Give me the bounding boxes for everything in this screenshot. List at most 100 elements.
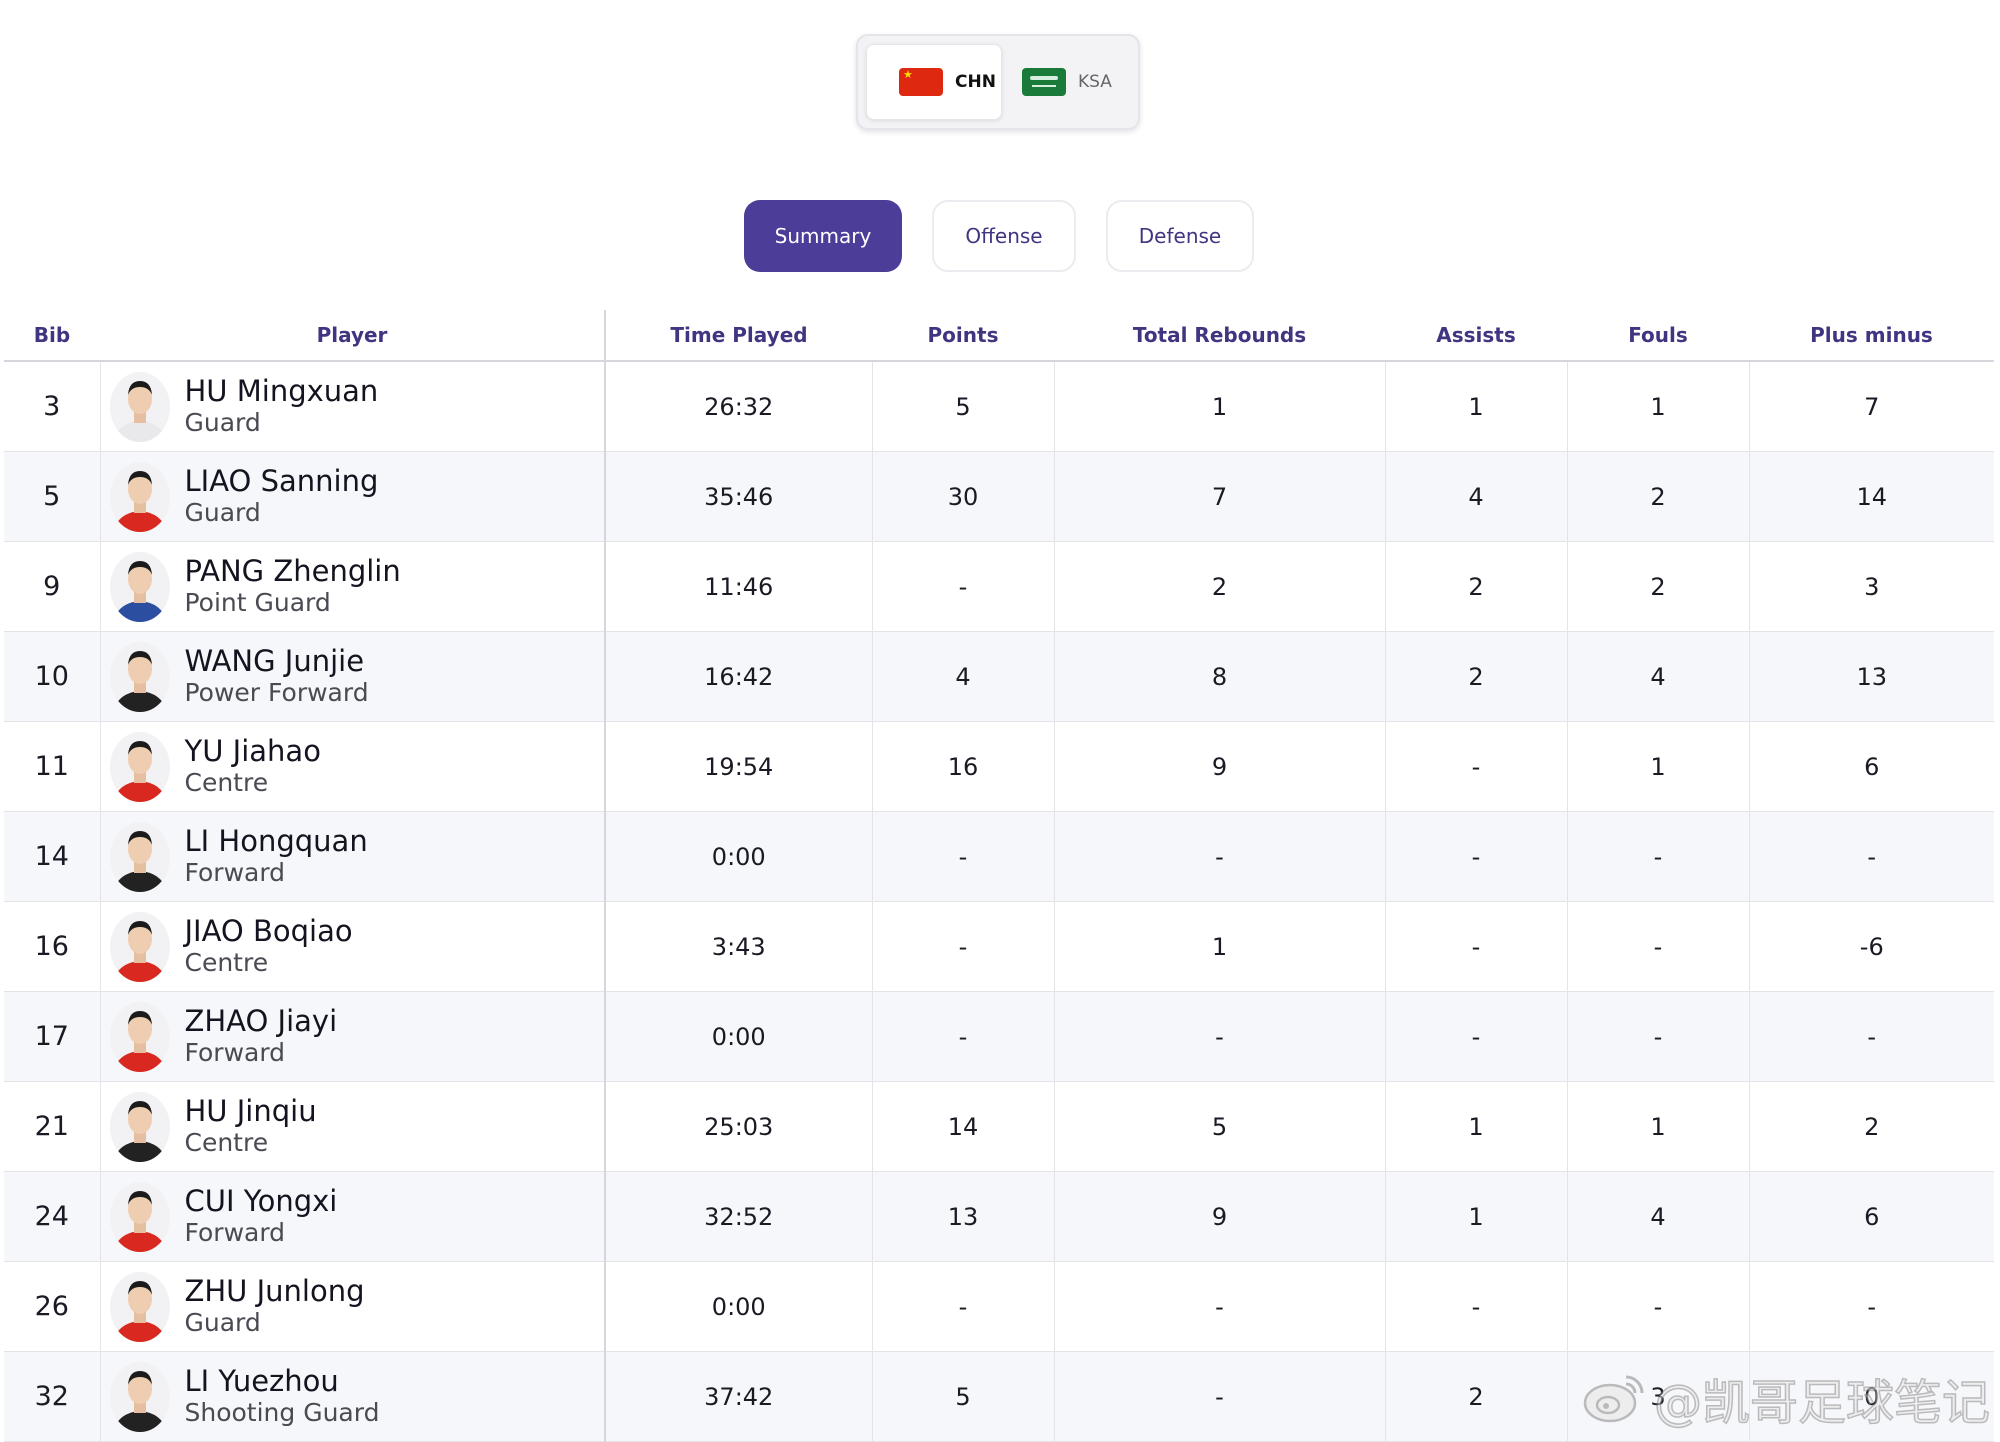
cell-time-played: 3:43 <box>605 901 873 992</box>
player-name[interactable]: CUI Yongxi <box>185 1185 338 1218</box>
table-row[interactable]: 14 LI Hongquan Forward 0:00- - - - - <box>4 811 1994 902</box>
table-row[interactable]: 10 WANG Junjie Power Forward 16:42 4 8 2 4 13 <box>4 631 1994 722</box>
cell-total-rebounds: 1 <box>1054 361 1386 452</box>
player-position: Guard <box>184 408 261 437</box>
cell-total-rebounds: 1 <box>1054 901 1386 992</box>
table-header-row: Bib Player Time Played Points Total Rebo… <box>4 310 1994 362</box>
cell-time-played: 16:42 <box>605 631 873 722</box>
table-row[interactable]: 26 ZHU Junlong Guard 0:00- - - - - <box>4 1261 1994 1352</box>
table-row[interactable]: 24 CUI Yongxi Forward 32:52 13 9 1 4 6 <box>4 1171 1994 1262</box>
cell-player: LI Yuezhou Shooting Guard <box>100 1351 606 1442</box>
cell-bib: 3 <box>4 361 101 452</box>
china-flag-icon: ★ <box>899 68 943 96</box>
header-assists[interactable]: Assists <box>1385 310 1567 362</box>
table-row[interactable]: 5 LIAO Sanning Guard 35:46 30 7 4 2 14 <box>4 451 1994 542</box>
player-name[interactable]: LI Yuezhou <box>185 1365 380 1398</box>
cell-plus-minus: 2 <box>1749 1081 1994 1172</box>
cell-bib: 5 <box>4 451 101 542</box>
cell-player: JIAO Boqiao Centre <box>100 901 606 992</box>
table-row[interactable]: 17 ZHAO Jiayi Forward 0:00- - - - - <box>4 991 1994 1082</box>
player-position: Forward <box>184 1218 286 1247</box>
player-name[interactable]: HU Jinqiu <box>185 1095 317 1128</box>
player-name[interactable]: ZHU Junlong <box>185 1275 365 1308</box>
player-name[interactable]: WANG Junjie <box>185 645 369 678</box>
table-row[interactable]: 9 PANG Zhenglin Point Guard 11:46-2 2 2 3 <box>4 541 1994 632</box>
cell-assists: 1 <box>1385 1171 1568 1262</box>
header-total-rebounds[interactable]: Total Rebounds <box>1054 310 1385 362</box>
cell-time-played: 11:46 <box>605 541 873 632</box>
cell-assists: - <box>1385 991 1568 1082</box>
cell-bib: 32 <box>4 1351 101 1442</box>
player-name[interactable]: YU Jiahao <box>185 735 321 768</box>
player-name[interactable]: ZHAO Jiayi <box>185 1005 338 1038</box>
cell-time-played: 25:03 <box>605 1081 873 1172</box>
player-name[interactable]: LIAO Sanning <box>185 465 379 498</box>
team-tab-chn[interactable]: ★ CHN <box>866 44 1002 120</box>
cell-points: - <box>872 1261 1055 1352</box>
cell-total-rebounds: 9 <box>1054 721 1386 812</box>
cell-player: YU Jiahao Centre <box>100 721 606 812</box>
player-position: Guard <box>184 1308 261 1337</box>
table-row[interactable]: 3 HU Mingxuan Guard 26:32 5 1 1 1 7 <box>4 361 1994 452</box>
table-row[interactable]: 21 HU Jinqiu Centre 25:03 14 5 1 1 2 <box>4 1081 1994 1172</box>
cell-points: 14 <box>872 1081 1055 1172</box>
header-plus-minus[interactable]: Plus minus <box>1749 310 1994 362</box>
player-position: Centre <box>184 768 269 797</box>
player-position: Forward <box>184 1038 286 1067</box>
tab-offense[interactable]: Offense <box>932 200 1076 272</box>
cell-bib: 21 <box>4 1081 101 1172</box>
cell-bib: 11 <box>4 721 101 812</box>
cell-plus-minus: 7 <box>1749 361 1994 452</box>
tab-defense[interactable]: Defense <box>1106 200 1254 272</box>
cell-points: 30 <box>872 451 1055 542</box>
player-avatar <box>109 1091 170 1162</box>
cell-time-played: 0:00 <box>605 811 873 902</box>
cell-assists: 2 <box>1385 1351 1568 1442</box>
cell-plus-minus: - <box>1749 1261 1994 1352</box>
header-bib[interactable]: Bib <box>4 310 100 362</box>
table-row[interactable]: 16 JIAO Boqiao Centre 3:43-1- - -6 <box>4 901 1994 992</box>
cell-points: - <box>872 991 1055 1082</box>
player-name[interactable]: JIAO Boqiao <box>185 915 353 948</box>
player-position: Centre <box>184 1128 269 1157</box>
player-avatar <box>109 371 170 442</box>
header-player[interactable]: Player <box>100 310 606 362</box>
player-avatar <box>109 551 170 622</box>
player-avatar <box>109 461 170 532</box>
cell-total-rebounds: 8 <box>1054 631 1386 722</box>
player-position: Power Forward <box>184 678 369 707</box>
cell-bib: 14 <box>4 811 101 902</box>
header-points[interactable]: Points <box>872 310 1054 362</box>
cell-assists: - <box>1385 901 1568 992</box>
cell-fouls: 1 <box>1567 361 1750 452</box>
team-switcher: ★ CHN KSA <box>856 34 1140 130</box>
cell-bib: 16 <box>4 901 101 992</box>
cell-points: - <box>872 811 1055 902</box>
cell-time-played: 37:42 <box>605 1351 873 1442</box>
player-name[interactable]: PANG Zhenglin <box>185 555 401 588</box>
cell-bib: 9 <box>4 541 101 632</box>
cell-time-played: 19:54 <box>605 721 873 812</box>
cell-bib: 24 <box>4 1171 101 1262</box>
cell-player: LIAO Sanning Guard <box>100 451 606 542</box>
player-avatar <box>109 1181 170 1252</box>
table-row[interactable]: 32 LI Yuezhou Shooting Guard 37:42 5-2 3 0 <box>4 1351 1994 1442</box>
cell-player: HU Mingxuan Guard <box>100 361 606 452</box>
table-row[interactable]: 11 YU Jiahao Centre 19:54 16 9-1 6 <box>4 721 1994 812</box>
cell-plus-minus: - <box>1749 811 1994 902</box>
header-time-played[interactable]: Time Played <box>605 310 872 362</box>
cell-time-played: 26:32 <box>605 361 873 452</box>
cell-bib: 10 <box>4 631 101 722</box>
cell-points: 5 <box>872 361 1055 452</box>
cell-player: LI Hongquan Forward <box>100 811 606 902</box>
cell-fouls: 1 <box>1567 1081 1750 1172</box>
header-fouls[interactable]: Fouls <box>1567 310 1749 362</box>
player-name[interactable]: HU Mingxuan <box>185 375 379 408</box>
cell-plus-minus: 3 <box>1749 541 1994 632</box>
tab-summary[interactable]: Summary <box>744 200 902 272</box>
cell-fouls: 3 <box>1567 1351 1750 1442</box>
player-position: Forward <box>184 858 286 887</box>
player-name[interactable]: LI Hongquan <box>185 825 368 858</box>
cell-total-rebounds: - <box>1054 811 1386 902</box>
team-tab-ksa[interactable]: KSA <box>1012 44 1132 120</box>
